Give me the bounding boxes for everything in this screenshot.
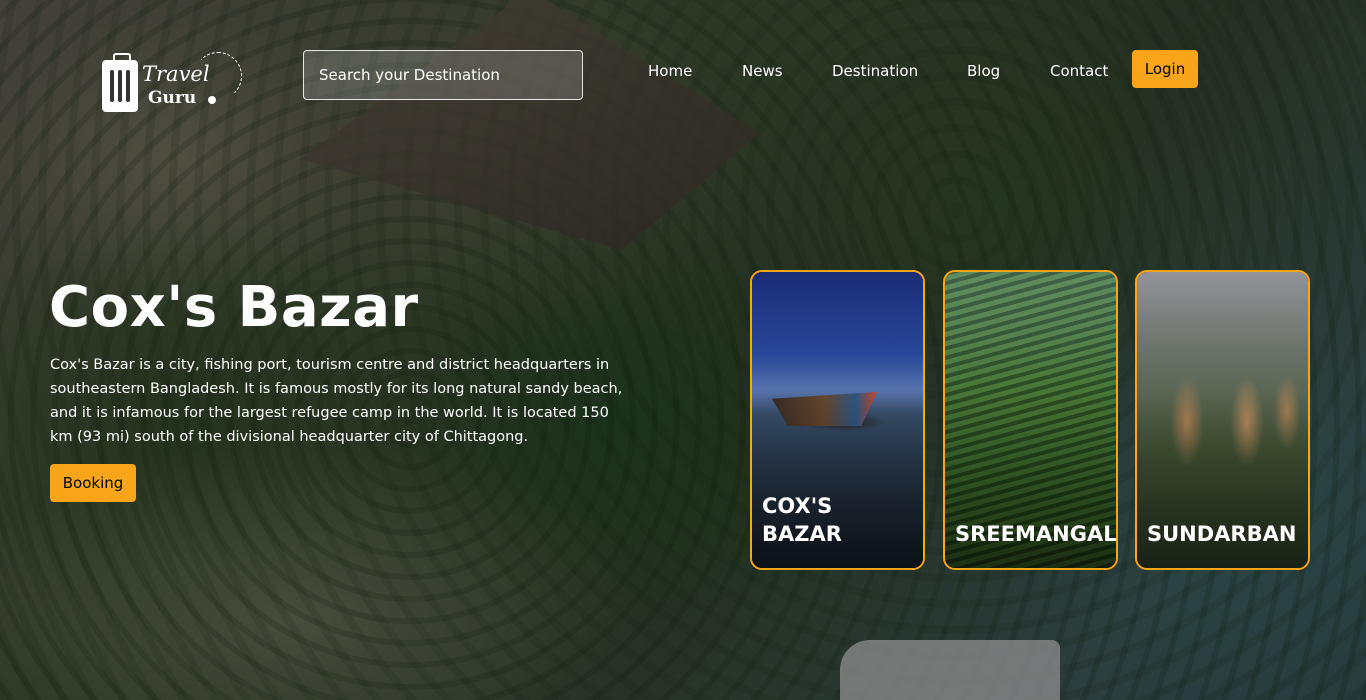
- card-label: SUNDARBAN: [1147, 522, 1297, 546]
- hero-section: Travel Guru Home News Destination Blog C…: [0, 0, 1366, 700]
- destination-card-sreemangal[interactable]: SREEMANGAL: [943, 270, 1118, 570]
- card-label: SREEMANGAL: [955, 522, 1117, 546]
- logo-text-guru: Guru: [148, 88, 197, 108]
- nav-home[interactable]: Home: [648, 62, 692, 80]
- destination-card-sundarban[interactable]: SUNDARBAN: [1135, 270, 1310, 570]
- logo-text-travel: Travel: [142, 62, 210, 86]
- logo-dot: [208, 96, 216, 104]
- nav-blog[interactable]: Blog: [967, 62, 1000, 80]
- card-label: COX'S BAZAR: [762, 494, 842, 546]
- page-title: Cox's Bazar: [49, 275, 419, 340]
- nav-destination[interactable]: Destination: [832, 62, 918, 80]
- suitcase-icon: [102, 53, 138, 112]
- destination-card-coxs-bazar[interactable]: COX'S BAZAR: [750, 270, 925, 570]
- nav-contact[interactable]: Contact: [1050, 62, 1108, 80]
- travel-guru-logo[interactable]: Travel Guru: [102, 50, 252, 116]
- nav-news[interactable]: News: [742, 62, 783, 80]
- login-button[interactable]: Login: [1132, 50, 1198, 88]
- search-input[interactable]: [303, 50, 583, 100]
- booking-button[interactable]: Booking: [50, 464, 136, 502]
- destination-description: Cox's Bazar is a city, fishing port, tou…: [50, 357, 623, 445]
